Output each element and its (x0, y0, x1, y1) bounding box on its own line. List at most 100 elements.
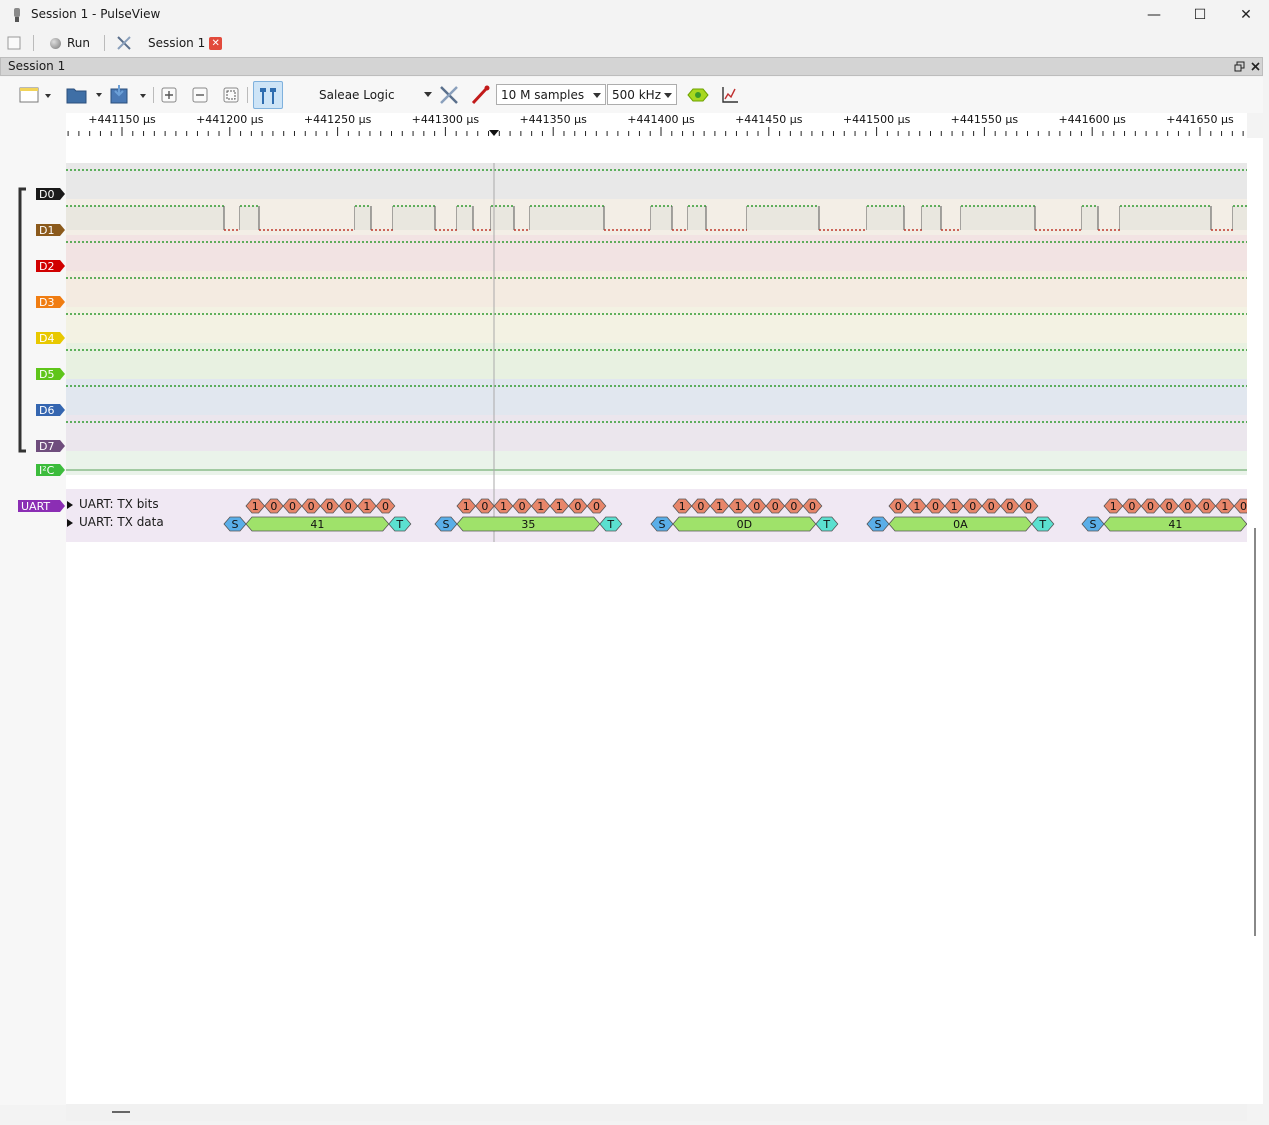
d1-high-fill (1082, 206, 1098, 230)
zoom-in-button[interactable] (157, 83, 181, 107)
channel-labels: D0 D1 D2 D3 D4 D5 D6 D7 I²C UART (18, 187, 65, 513)
close-dock-icon[interactable] (1250, 61, 1261, 72)
channel-band-d5 (66, 343, 1247, 379)
channel-label-d3: D3 (36, 296, 65, 309)
save-button[interactable] (106, 83, 148, 107)
probe-icon (471, 85, 490, 105)
uart-bit-text: 0 (308, 500, 315, 513)
d1-high-fill (1233, 206, 1247, 230)
expand-triangle-icon[interactable] (66, 500, 74, 510)
channel-band-d3 (66, 271, 1247, 307)
sample-rate-select[interactable]: 500 kHz (607, 84, 677, 105)
uart-start-bit-text: S (1090, 518, 1097, 531)
channel-label-uart: UART (18, 500, 65, 513)
open-button[interactable] (64, 83, 104, 107)
zoom-out-button[interactable] (188, 83, 212, 107)
uart-start-bit-text: S (443, 518, 450, 531)
minimize-button[interactable]: — (1131, 0, 1177, 30)
uart-bit-text: 1 (679, 500, 686, 513)
channel-label-d3-text: D3 (39, 296, 54, 309)
device-config-button[interactable] (437, 83, 461, 107)
uart-stop-bit-text: T (606, 518, 614, 531)
trace-view[interactable]: S 41 T 1 0 0 0 0 0 1 0 S 35 T 1 0 1 0 1 1 0 0 S 0D T 1 0 1 1 0 0 0 0 S 0A T… (66, 138, 1269, 1104)
uart-bit-text: 1 (1221, 500, 1228, 513)
channel-label-d6: D6 (36, 404, 65, 417)
zoom-in-icon (161, 87, 177, 103)
uart-bit-text: 0 (345, 500, 352, 513)
uart-bit-text: 0 (969, 500, 976, 513)
d1-high-fill (922, 206, 941, 230)
maximize-button[interactable]: ☐ (1177, 0, 1223, 30)
uart-bit-text: 0 (1025, 500, 1032, 513)
zoom-fit-icon (223, 87, 239, 103)
channel-label-d1: D1 (36, 224, 65, 237)
uart-stop-bit-text: T (395, 518, 403, 531)
device-label: Saleae Logic (319, 87, 395, 102)
settings-button[interactable] (113, 32, 135, 54)
expand-triangle-icon[interactable] (66, 518, 74, 528)
group-bracket (18, 187, 26, 453)
float-dock-icon[interactable] (1234, 61, 1245, 72)
vertical-scrollbar[interactable] (1247, 138, 1263, 1104)
scroll-thumb[interactable] (1254, 528, 1256, 936)
uart-bit-text: 0 (988, 500, 995, 513)
title-bar: Session 1 - PulseView — ☐ ✕ (0, 0, 1269, 30)
zoom-fit-button[interactable] (219, 83, 243, 107)
close-icon: ✕ (1240, 7, 1252, 23)
show-cursors-button[interactable] (253, 81, 283, 109)
d1-high-fill (393, 206, 435, 230)
time-ruler[interactable]: +441150 µs +441200 µs +441250 µs +441300 µs… (66, 113, 1247, 138)
chevron-down-icon (424, 92, 432, 97)
maximize-icon: ☐ (1193, 7, 1207, 23)
ruler-ticks (67, 127, 1244, 136)
main-toolbar: Saleae Logic 10 M samples 500 kHz (0, 77, 1263, 113)
sample-count-select[interactable]: 10 M samples (496, 84, 606, 105)
uart-start-bit-text: S (232, 518, 239, 531)
minimize-icon: — (1147, 7, 1161, 23)
pulseview-app-icon (14, 8, 20, 22)
uart-data-label: UART: TX data (79, 515, 164, 529)
folder-open-icon (66, 88, 102, 104)
channel-label-d4: D4 (36, 332, 65, 345)
new-session-button[interactable] (4, 33, 24, 53)
math-button[interactable] (718, 83, 742, 107)
run-button[interactable]: Run (46, 33, 94, 53)
d1-high-fill (530, 206, 604, 230)
channel-label-d5-text: D5 (39, 368, 54, 381)
close-window-button[interactable]: ✕ (1223, 0, 1269, 30)
probes-button[interactable] (468, 83, 492, 107)
channel-label-d2: D2 (36, 260, 65, 273)
uart-bit-text: 0 (270, 500, 277, 513)
channel-label-d0: D0 (36, 188, 65, 201)
uart-bit-text: 1 (716, 500, 723, 513)
uart-bit-text: 0 (753, 500, 760, 513)
uart-data-byte-text: 35 (521, 518, 535, 531)
uart-bit-text: 0 (1147, 500, 1154, 513)
configure-icon (440, 86, 458, 104)
device-selector[interactable]: Saleae Logic (312, 84, 436, 105)
d1-high-fill (747, 206, 819, 230)
horizontal-scrollbar[interactable] (66, 1104, 1247, 1121)
uart-bit-text: 1 (913, 500, 920, 513)
separator (247, 87, 248, 103)
uart-data-byte: 0A (888, 516, 1033, 532)
new-button[interactable] (16, 83, 54, 107)
add-decoder-button[interactable] (686, 83, 710, 107)
uart-bit-text: 0 (1128, 500, 1135, 513)
uart-bit-text: 0 (932, 500, 939, 513)
channel-label-i2c-text: I²C (39, 464, 55, 477)
uart-bit-text: 0 (1006, 500, 1013, 513)
uart-bit-text: 0 (895, 500, 902, 513)
uart-bit-text: 0 (326, 500, 333, 513)
channel-label-d6-text: D6 (39, 404, 54, 417)
uart-bit-text: 0 (772, 500, 779, 513)
scroll-thumb[interactable] (112, 1111, 130, 1113)
close-tab-icon[interactable]: ✕ (209, 36, 223, 50)
uart-bit-text: 1 (1110, 500, 1117, 513)
d1-high-fill (688, 206, 706, 230)
uart-bit-text: 0 (1166, 500, 1173, 513)
tab-session-1[interactable]: Session 1 ✕ (140, 32, 230, 54)
uart-bit-text: 0 (481, 500, 488, 513)
channel-label-d7: D7 (36, 440, 65, 453)
i2c-band (66, 451, 1247, 475)
